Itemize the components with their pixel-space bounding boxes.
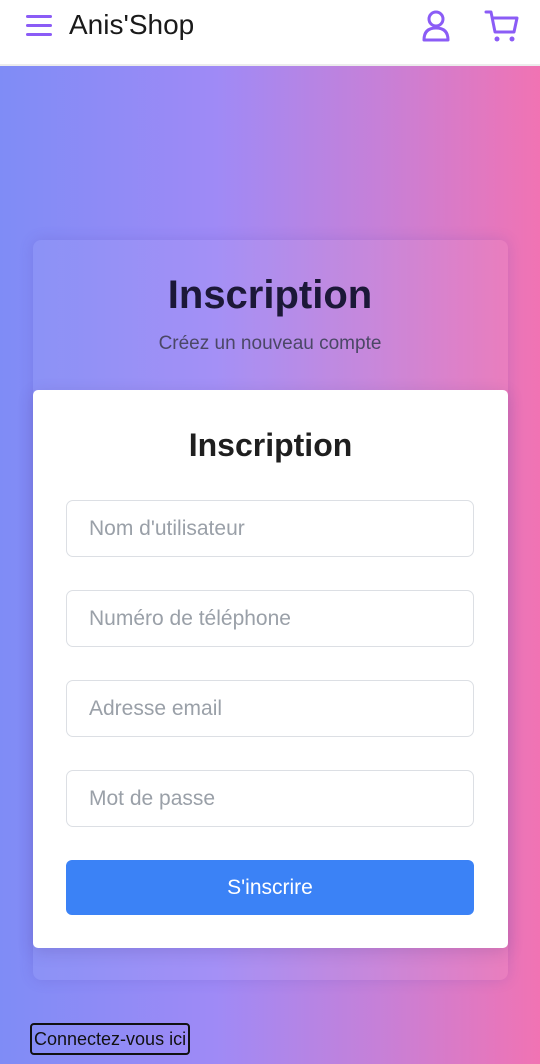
username-input[interactable] (66, 500, 474, 557)
top-nav-bar: Anis'Shop (0, 0, 540, 66)
password-input[interactable] (66, 770, 474, 827)
phone-input[interactable] (66, 590, 474, 647)
brand-logo-text[interactable]: Anis'Shop (69, 8, 194, 42)
page-title: Inscription (167, 273, 373, 317)
register-submit-button[interactable]: S'inscrire (66, 860, 474, 915)
form-title: Inscription (188, 427, 353, 463)
hamburger-menu-icon[interactable] (24, 13, 54, 39)
user-account-icon[interactable] (420, 9, 452, 43)
registration-form-card: Inscription S'inscrire (33, 390, 508, 948)
login-link[interactable]: Connectez-vous ici (30, 1023, 191, 1055)
shopping-cart-icon[interactable] (484, 8, 520, 44)
page-subtitle: Créez un nouveau compte (158, 333, 382, 354)
email-input[interactable] (66, 680, 474, 737)
